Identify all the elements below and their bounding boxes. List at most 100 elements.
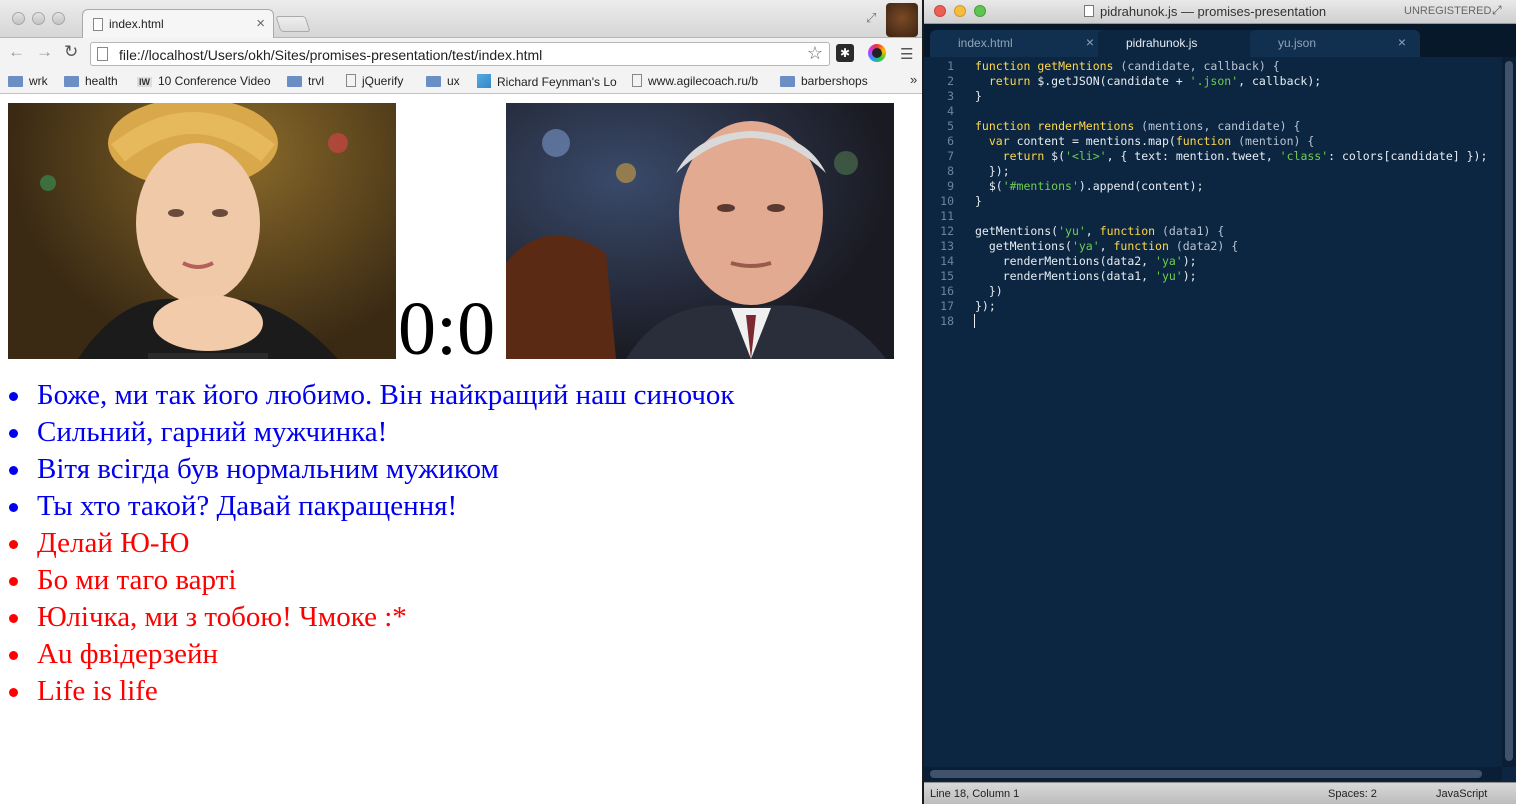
code-line[interactable]: 18 — [924, 314, 1502, 329]
bookmark-label: ux — [447, 74, 460, 88]
code-line[interactable]: 2 return $.getJSON(candidate + '.json', … — [924, 74, 1502, 89]
bookmark-jquerify[interactable]: jQuerify — [346, 74, 418, 90]
editor-tab-index-html[interactable]: index.html × — [930, 30, 1108, 57]
code-text: }) — [975, 284, 1003, 298]
code-line[interactable]: 9 $('#mentions').append(content); — [924, 179, 1502, 194]
bookmark-conference-video[interactable]: IW 10 Conference Video — [137, 74, 273, 90]
code-editor[interactable]: 1 function getMentions (candidate, callba… — [924, 57, 1502, 767]
line-number: 18 — [940, 314, 954, 328]
line-number: 1 — [947, 59, 954, 73]
back-arrow-icon[interactable]: ← — [8, 42, 25, 62]
bookmark-ux[interactable]: ux — [426, 74, 470, 90]
code-line[interactable]: 8 }); — [924, 164, 1502, 179]
candidate-photo-right — [506, 103, 894, 359]
bookmark-label: health — [85, 74, 118, 88]
line-number: 11 — [940, 209, 954, 223]
code-line[interactable]: 6 var content = mentions.map(function (m… — [924, 134, 1502, 149]
bookmark-wrk[interactable]: wrk — [8, 74, 58, 90]
reload-icon[interactable]: ↻ — [64, 42, 78, 62]
list-item: Делай Ю-Ю — [0, 525, 900, 562]
browser-window: index.html × ⤢ ← → ↻ file://localhost/Us… — [0, 0, 922, 804]
bullet — [9, 392, 18, 401]
code-line[interactable]: 12 getMentions('yu', function (data1) { — [924, 224, 1502, 239]
fullscreen-icon[interactable]: ⤢ — [866, 10, 876, 26]
bullet — [9, 540, 18, 549]
bookmark-trvl[interactable]: trvl — [287, 74, 337, 90]
code-line[interactable]: 13 getMentions('ya', function (data2) { — [924, 239, 1502, 254]
bullet — [9, 614, 18, 623]
syntax-mode[interactable]: JavaScript — [1436, 788, 1487, 800]
horizontal-scrollbar[interactable] — [924, 767, 1502, 781]
address-bar[interactable]: file://localhost/Users/okh/Sites/promise… — [90, 42, 830, 66]
bookmark-barbershops[interactable]: barbershops — [780, 74, 880, 90]
mentions-list: Боже, ми так його любимо. Він найкращий … — [0, 377, 900, 710]
close-window-button[interactable] — [934, 5, 946, 17]
forward-arrow-icon[interactable]: → — [36, 42, 53, 62]
editor-tab-yu-json[interactable]: yu.json × — [1250, 30, 1420, 57]
list-item: Life is life — [0, 673, 900, 710]
code-line[interactable]: 11 — [924, 209, 1502, 224]
address-bar-url[interactable]: file://localhost/Users/okh/Sites/promise… — [119, 47, 542, 63]
mention-text: Вітя всігда був нормальним мужиком — [37, 453, 499, 485]
code-line[interactable]: 4 — [924, 104, 1502, 119]
extension-color-wheel-icon[interactable] — [868, 44, 886, 62]
close-window-button[interactable] — [12, 12, 25, 25]
line-number: 13 — [940, 239, 954, 253]
code-line[interactable]: 10} — [924, 194, 1502, 209]
list-item: Сильний, гарний мужчинка! — [0, 414, 900, 451]
minimize-window-button[interactable] — [954, 5, 966, 17]
bookmark-health[interactable]: health — [64, 74, 128, 90]
new-tab-button[interactable] — [275, 16, 311, 32]
folder-icon — [8, 76, 23, 87]
list-item: Вітя всігда був нормальним мужиком — [0, 451, 900, 488]
code-text: } — [975, 89, 982, 103]
folder-icon — [64, 76, 79, 87]
code-line[interactable]: 7 return $('<li>', { text: mention.tweet… — [924, 149, 1502, 164]
profile-avatar[interactable] — [886, 3, 918, 37]
bookmark-label: barbershops — [801, 74, 868, 88]
code-line[interactable]: 3} — [924, 89, 1502, 104]
code-line[interactable]: 15 renderMentions(data1, 'yu'); — [924, 269, 1502, 284]
menu-icon[interactable]: ☰ — [900, 45, 913, 63]
mention-text: Делай Ю-Ю — [37, 527, 190, 559]
browser-tab-index[interactable]: index.html × — [82, 9, 274, 39]
code-line[interactable]: 16 }) — [924, 284, 1502, 299]
license-status: UNREGISTERED — [1404, 5, 1492, 17]
code-text: return $('<li>', { text: mention.tweet, … — [1002, 149, 1488, 163]
line-number: 9 — [947, 179, 954, 193]
zoom-window-button[interactable] — [974, 5, 986, 17]
scrollbar-thumb[interactable] — [930, 770, 1482, 778]
bookmark-star-icon[interactable]: ☆ — [807, 43, 823, 64]
code-line[interactable]: 14 renderMentions(data2, 'ya'); — [924, 254, 1502, 269]
code-line[interactable]: 1 function getMentions (candidate, callba… — [924, 59, 1502, 74]
editor-window-title: pidrahunok.js — promises-presentation — [1084, 4, 1326, 19]
scrollbar-thumb[interactable] — [1505, 61, 1513, 761]
zoom-window-button[interactable] — [52, 12, 65, 25]
list-item: Бо ми таго варті — [0, 562, 900, 599]
code-line[interactable]: 17}); — [924, 299, 1502, 314]
close-tab-icon[interactable]: × — [1398, 34, 1406, 50]
close-tab-icon[interactable]: × — [256, 15, 265, 32]
code-line[interactable]: 5 function renderMentions (mentions, cand… — [924, 119, 1502, 134]
mention-text: Боже, ми так його любимо. Він найкращий … — [37, 379, 735, 411]
line-number: 17 — [940, 299, 954, 313]
line-number: 4 — [947, 104, 954, 118]
mention-text: Сильний, гарний мужчинка! — [37, 416, 388, 448]
code-text: }); — [975, 164, 1010, 178]
text-cursor — [974, 314, 975, 328]
document-icon — [93, 18, 103, 31]
minimize-window-button[interactable] — [32, 12, 45, 25]
extension-asterisk-icon[interactable]: ✱ — [836, 44, 854, 62]
editor-tab-label: pidrahunok.js — [1126, 36, 1198, 50]
vertical-scrollbar[interactable] — [1502, 57, 1516, 767]
fullscreen-icon[interactable]: ⤢ — [1492, 3, 1502, 18]
code-text: renderMentions(data2, 'ya'); — [975, 254, 1197, 268]
bookmarks-overflow-button[interactable]: » — [910, 72, 917, 87]
mention-text: Аu фвідерзейн — [37, 638, 219, 670]
bookmark-richard-feynman[interactable]: Richard Feynman's Lo — [477, 74, 625, 90]
indentation-setting[interactable]: Spaces: 2 — [1328, 788, 1377, 800]
page-icon — [97, 47, 108, 61]
line-number: 6 — [947, 134, 954, 148]
bookmark-agilecoach[interactable]: www.agilecoach.ru/b — [632, 74, 770, 90]
close-tab-icon[interactable]: × — [1086, 34, 1094, 50]
